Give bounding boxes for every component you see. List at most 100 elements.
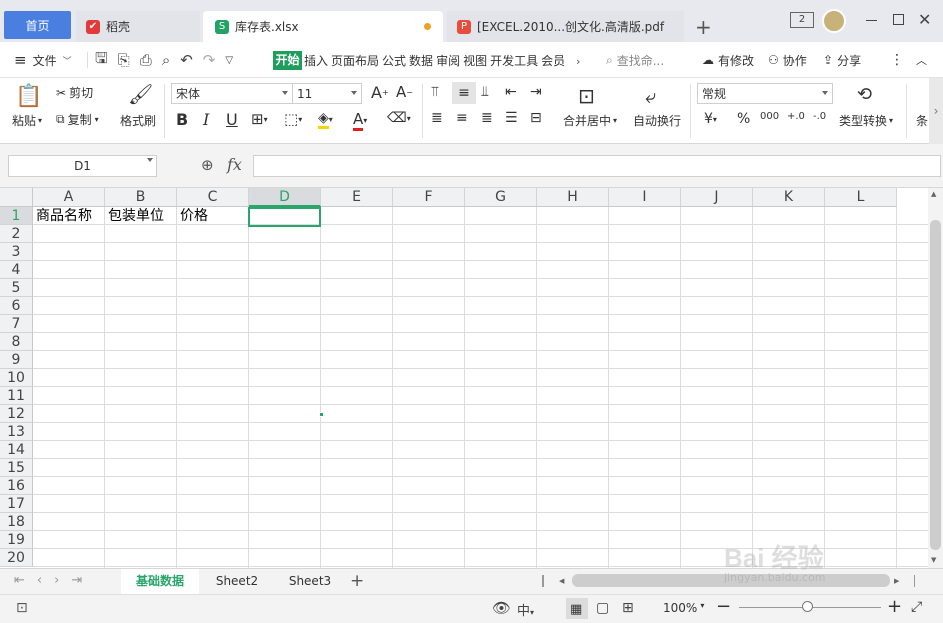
row-header[interactable]: 19 [0,531,33,549]
print-icon[interactable]: ⎙ [140,51,152,69]
number-format-select[interactable]: 常规 [697,83,833,104]
column-header-l[interactable]: L [825,188,897,207]
align-left-icon[interactable]: ≣ [431,110,443,126]
row-header[interactable]: 16 [0,477,33,495]
clear-button[interactable]: ⌫ ▾ [387,110,411,126]
format-painter-icon[interactable]: 🖌 [128,82,153,106]
select-all-corner[interactable] [0,188,33,207]
font-size-select[interactable]: 11 [292,83,362,104]
fill-color-button[interactable]: ◈ ▾ [318,110,333,129]
align-top-icon[interactable]: ⫪ [431,84,439,100]
tab-menu-item[interactable]: 会员 [541,52,565,69]
column-header-i[interactable]: I [609,188,681,207]
name-box[interactable]: D1 [8,155,157,177]
wrap-icon[interactable]: ⤶ [645,84,656,108]
distributed-icon[interactable]: ⊟ [530,110,542,126]
scroll-up-icon[interactable]: ▲ [931,190,936,198]
font-name-select[interactable]: 宋体 [171,83,293,104]
increase-decimal-button[interactable]: +.0 [787,111,805,122]
customize-icon[interactable]: ▽ [225,55,233,66]
scroll-right-icon[interactable]: ▶ [894,577,899,585]
page-break-view-icon[interactable]: ⊞ [622,600,634,616]
cell-a1[interactable]: 商品名称 [33,207,92,225]
decrease-indent-icon[interactable]: ⇤ [505,84,517,100]
command-search[interactable]: ⌕ 查找命... [606,42,664,78]
avatar[interactable] [822,9,846,33]
undo-icon[interactable]: ↶ [180,51,193,69]
vertical-scrollbar[interactable]: ▲ ▼ [928,188,943,568]
cell-c1[interactable]: 价格 [177,207,208,225]
tab-menu-item[interactable]: 插入 [304,52,328,69]
row-header[interactable]: 17 [0,495,33,513]
cell-b1[interactable]: 包装单位 [105,207,164,225]
collab-button[interactable]: ⚇ 协作 [768,42,807,78]
paste-button[interactable]: 粘贴 ▾ [12,112,42,129]
redo-icon[interactable]: ↷ [203,51,216,69]
cut-button[interactable]: ✂ 剪切 [56,84,93,101]
fullscreen-icon[interactable]: ⤢ [911,599,922,615]
tab-menu-item[interactable]: 审阅 [436,52,460,69]
underline-button[interactable]: U [226,110,238,129]
paste-icon[interactable]: 📋 [14,82,44,110]
column-header-j[interactable]: J [681,188,753,207]
row-header[interactable]: 3 [0,243,33,261]
scroll-thumb[interactable] [930,220,941,550]
share-button[interactable]: ⇪ 分享 [823,42,861,78]
new-tab-plus-icon[interactable]: + [695,15,712,39]
font-grow-button[interactable]: A + [371,83,389,102]
maximize-icon[interactable] [893,14,904,25]
convert-icon[interactable]: ⟲ [857,84,872,105]
sheet-nav[interactable]: ⇤‹›⇥ [14,573,94,588]
row-header[interactable]: 2 [0,225,33,243]
zoom-lookup-icon[interactable]: ⊕ [201,156,214,174]
italic-button[interactable]: I [203,110,209,129]
row-header[interactable]: 8 [0,333,33,351]
more-icon[interactable]: ⋮ [890,42,904,78]
active-cell-cursor[interactable] [248,207,321,227]
save-icon[interactable]: 🖫 [95,48,108,73]
row-header[interactable]: 5 [0,279,33,297]
tab-menu-item[interactable]: 视图 [463,52,487,69]
row-header[interactable]: 11 [0,387,33,405]
next-sheet-icon[interactable]: › [54,573,71,588]
currency-button[interactable]: ¥ ▾ [704,111,717,127]
align-right-icon[interactable]: ≣ [481,110,493,126]
row-header[interactable]: 12 [0,405,33,423]
tab-pdf[interactable]: P [EXCEL.2010...创文化.高清版.pdf [447,11,684,42]
row-header[interactable]: 6 [0,297,33,315]
fill-handle[interactable] [319,412,324,417]
copy-button[interactable]: ⧉ 复制 ▾ [56,111,99,128]
zoom-slider-thumb[interactable] [802,601,813,612]
fx-button[interactable]: fx [227,155,242,174]
align-center-icon[interactable]: ≡ [456,110,468,126]
eye-protection-icon[interactable]: 👁 [492,599,511,617]
border-button[interactable]: ⊞ ▾ [251,110,268,128]
chevron-right-icon[interactable]: › [576,55,580,68]
file-menu[interactable]: ≡ 文件 ﹀ [14,42,72,78]
horizontal-scroll-thumb[interactable] [572,574,890,587]
spreadsheet-grid[interactable]: ABCDEFGHIJKL 1 2 3 4 5 6 7 8 9 10 11 12 13 14 15 16 17 18… [0,188,928,568]
zoom-in-icon[interactable]: + [887,596,902,617]
decrease-decimal-button[interactable]: -.0 [813,111,826,122]
row-header[interactable]: 13 [0,423,33,441]
tab-menu-item[interactable]: 页面布局 [331,52,379,69]
tab-menu-item[interactable]: 公式 [382,52,406,69]
column-header-b[interactable]: B [105,188,177,207]
row-header[interactable]: 14 [0,441,33,459]
tab-daoke[interactable]: ✔ 稻壳 [76,11,200,42]
chevron-down-icon[interactable] [147,158,153,162]
tab-menu-item[interactable]: 数据 [409,52,433,69]
row-header[interactable]: 20 [0,549,33,567]
conditional-format-button[interactable]: 条 [916,112,928,129]
column-header-d[interactable]: D [249,188,321,207]
row-header[interactable]: 15 [0,459,33,477]
justify-icon[interactable]: ☰ [505,110,518,126]
page-layout-view-icon[interactable]: ▢ [596,600,609,616]
row-header[interactable]: 9 [0,351,33,369]
scroll-down-icon[interactable]: ▼ [931,556,936,564]
merge-center-button[interactable]: 合并居中 ▾ [563,112,617,129]
first-sheet-icon[interactable]: ⇤ [14,573,37,588]
collapse-ribbon-icon[interactable]: ︿ [916,42,927,78]
splitter-icon[interactable] [914,575,916,587]
column-header-h[interactable]: H [537,188,609,207]
